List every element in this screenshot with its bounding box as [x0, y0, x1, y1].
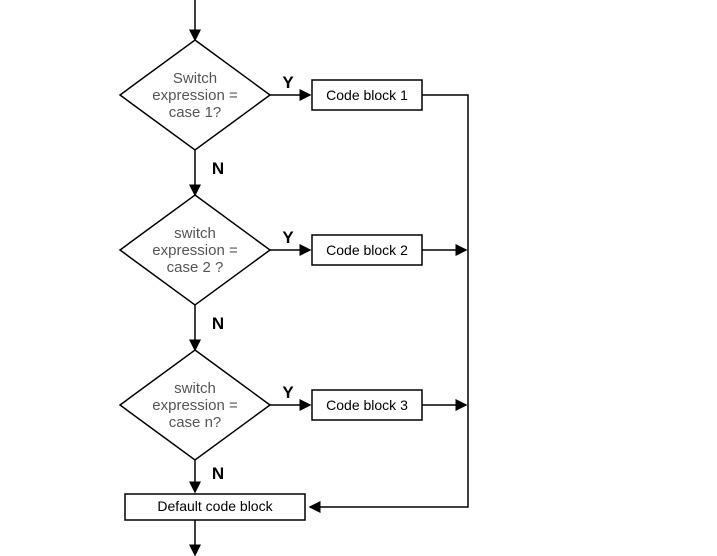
block-2-label: Code block 2 — [326, 242, 408, 258]
block-3-label: Code block 3 — [326, 397, 408, 413]
decision-2-line3: case 2 ? — [167, 259, 224, 276]
default-block-label: Default code block — [157, 498, 273, 514]
decision-1-line2: expression = — [152, 87, 238, 104]
code-block-1: Code block 1 — [312, 80, 422, 110]
decision-case-n: switch expression = case n? — [120, 350, 270, 460]
decision-case-1: Switch expression = case 1? — [120, 40, 270, 150]
yes-label-1: Y — [282, 73, 294, 92]
decision-3-line2: expression = — [152, 397, 238, 414]
code-block-3: Code block 3 — [312, 390, 422, 420]
code-block-2: Code block 2 — [312, 235, 422, 265]
block-1-label: Code block 1 — [326, 87, 408, 103]
decision-3-line3: case n? — [169, 414, 222, 431]
decision-case-2: switch expression = case 2 ? — [120, 195, 270, 305]
no-label-1: N — [212, 159, 224, 178]
decision-2-line2: expression = — [152, 242, 238, 259]
decision-1-line3: case 1? — [169, 104, 222, 121]
yes-label-3: Y — [282, 383, 294, 402]
switch-flowchart: Switch expression = case 1? Y Code block… — [0, 0, 717, 556]
no-label-3: N — [212, 464, 224, 483]
decision-1-line1: Switch — [173, 70, 217, 87]
decision-2-line1: switch — [174, 225, 216, 242]
yes-label-2: Y — [282, 228, 294, 247]
default-code-block: Default code block — [125, 494, 305, 520]
block-1-merge-arrow — [310, 95, 468, 507]
decision-3-line1: switch — [174, 380, 216, 397]
no-label-2: N — [212, 314, 224, 333]
